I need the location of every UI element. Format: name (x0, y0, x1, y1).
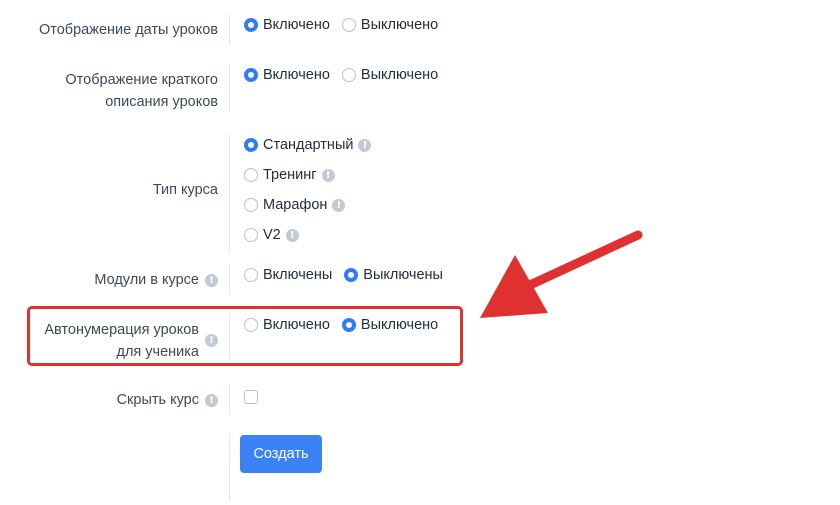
hide-course-control (244, 390, 258, 404)
radio-button[interactable] (341, 18, 356, 32)
option-label: Включено (263, 67, 330, 83)
option-label: Выключено (360, 17, 439, 33)
radio-button-selected[interactable] (244, 138, 258, 152)
annotation-arrow-icon (480, 230, 643, 318)
option-label: Включено (263, 17, 330, 33)
modules-label: Модули в курсе ! (94, 269, 218, 291)
short-description-option-on[interactable]: Включено (244, 65, 330, 85)
short-description-label-line2: описания уроков (105, 94, 218, 110)
radio-button[interactable] (244, 268, 258, 282)
divider (229, 134, 230, 252)
radio-button[interactable] (244, 198, 258, 212)
course-type-label: Тип курса (153, 179, 218, 201)
short-description-label-line1: Отображение краткого (65, 72, 218, 88)
info-icon[interactable]: ! (205, 394, 218, 407)
modules-option-on[interactable]: Включены (244, 265, 332, 285)
option-label: Выключено (360, 67, 439, 83)
lesson-date-label-text: Отображение даты уроков (38, 22, 218, 38)
modules-option-off[interactable]: Выключены (344, 265, 443, 285)
short-description-label: Отображение краткого описания уроков (65, 69, 218, 113)
option-label: Выключены (363, 267, 443, 283)
option-label: Марафон (263, 197, 328, 213)
lesson-date-option-off[interactable]: Выключено (341, 15, 439, 35)
modules-options: Включены Выключены (244, 265, 451, 286)
radio-button-selected[interactable] (344, 268, 359, 282)
lesson-date-option-on[interactable]: Включено (244, 15, 330, 35)
hide-course-label: Скрыть курс ! (117, 389, 218, 411)
course-type-option-marathon[interactable]: Марафон ! (244, 190, 371, 220)
course-type-option-v2[interactable]: V2 ! (244, 220, 371, 250)
modules-label-text: Модули в курсе (94, 272, 199, 288)
course-type-options: Стандартный ! Тренинг ! Марафон ! V2 ! (244, 130, 372, 250)
divider (229, 14, 230, 45)
info-icon[interactable]: ! (321, 168, 335, 182)
create-button[interactable]: Создать (240, 435, 322, 473)
option-label: Включены (263, 267, 333, 283)
option-label: V2 (263, 227, 281, 243)
radio-button-selected[interactable] (244, 18, 258, 32)
info-icon[interactable]: ! (285, 228, 299, 242)
hide-course-label-text: Скрыть курс (116, 392, 199, 408)
divider (229, 433, 230, 501)
course-type-option-training[interactable]: Тренинг ! (244, 160, 371, 190)
divider (229, 64, 230, 112)
option-label: Стандартный (263, 137, 354, 153)
short-description-option-off[interactable]: Выключено (341, 65, 439, 85)
info-icon[interactable]: ! (332, 198, 346, 212)
lesson-date-label: Отображение даты уроков (39, 19, 218, 41)
hide-course-checkbox[interactable] (244, 390, 258, 404)
divider (229, 264, 230, 295)
radio-button[interactable] (244, 168, 258, 182)
course-type-option-standard[interactable]: Стандартный ! (244, 130, 372, 160)
lesson-date-options: Включено Выключено (244, 15, 446, 36)
radio-button-selected[interactable] (244, 68, 258, 82)
course-type-label-text: Тип курса (152, 182, 218, 198)
radio-button[interactable] (341, 68, 356, 82)
info-icon[interactable]: ! (358, 138, 372, 152)
short-description-options: Включено Выключено (244, 65, 446, 86)
info-icon[interactable]: ! (205, 274, 218, 287)
radio-button[interactable] (244, 228, 258, 242)
divider (229, 384, 230, 415)
highlight-box (27, 306, 463, 366)
option-label: Тренинг (263, 167, 317, 183)
